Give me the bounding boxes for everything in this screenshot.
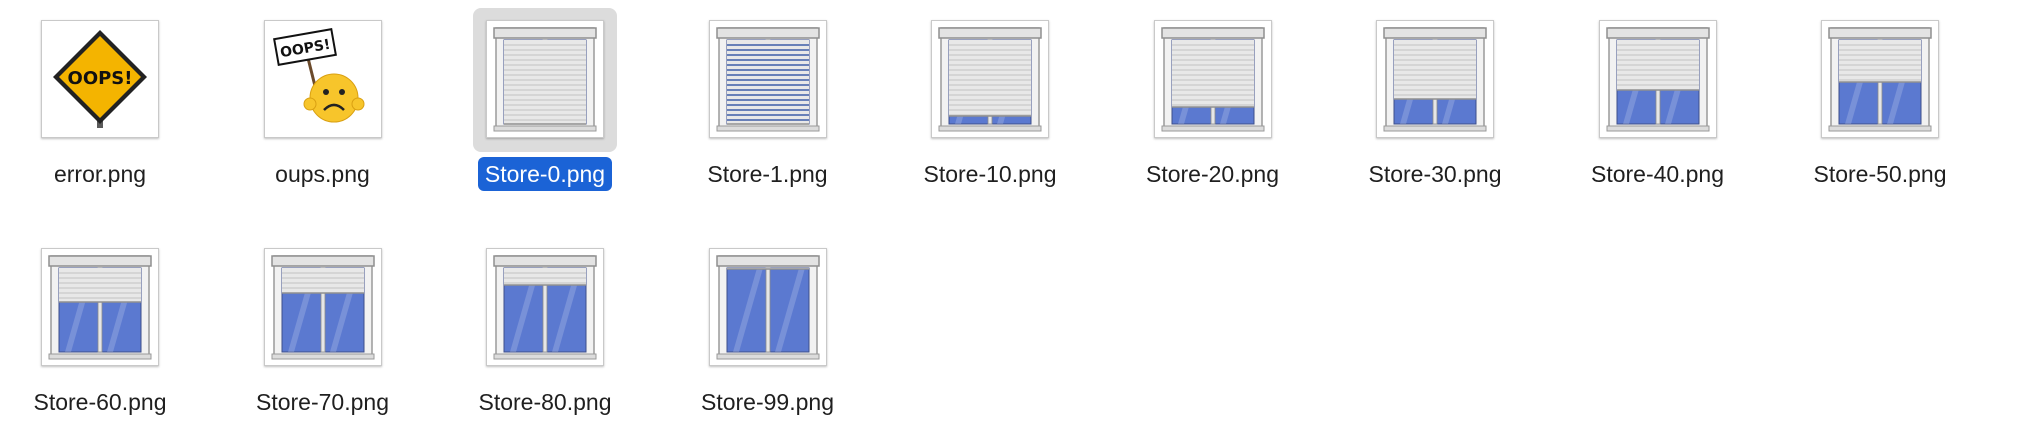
file-thumbnail[interactable] [708, 248, 827, 366]
thumbnail-area [918, 8, 1062, 152]
file-name-label[interactable]: oups.png [212, 157, 434, 191]
file-item[interactable]: Store-40.png [1547, 4, 1769, 214]
file-name-label[interactable]: Store-40.png [1547, 157, 1769, 191]
shutter-slats [1171, 40, 1254, 108]
thumbnail-area [696, 8, 840, 152]
file-name-label[interactable]: Store-30.png [1324, 157, 1546, 191]
file-name-text: Store-70.png [256, 389, 389, 415]
file-thumbnail[interactable] [486, 248, 604, 366]
file-item[interactable]: OOPS! oups.png [212, 4, 434, 214]
thumbnail-area [1586, 8, 1730, 152]
window-shutter-icon [48, 255, 152, 360]
thumbnail-area: OOPS! [28, 8, 172, 152]
file-item[interactable]: Store-10.png [879, 4, 1101, 214]
file-thumbnail[interactable] [1821, 20, 1939, 138]
file-name-text: Store-1.png [707, 161, 828, 187]
thumbnail-area [251, 236, 395, 380]
shutter-slats [949, 40, 1031, 117]
file-name-text: oups.png [275, 161, 370, 187]
file-name-text: Store-99.png [701, 389, 834, 415]
thumbnail-area [1808, 8, 1952, 152]
window-shutter-icon [715, 255, 820, 360]
file-name-label[interactable]: error.png [0, 157, 211, 191]
shutter-slats [281, 268, 364, 294]
oops-sign-icon: OOPS! [53, 30, 147, 128]
thumbnail-area [696, 236, 840, 380]
window-shutter-icon [1383, 27, 1487, 132]
file-thumbnail[interactable] [1598, 20, 1717, 138]
file-item[interactable]: Store-99.png [657, 232, 879, 442]
file-name-text: Store-50.png [1813, 161, 1947, 187]
file-thumbnail[interactable] [41, 248, 159, 366]
file-name-label[interactable]: Store-80.png [434, 385, 656, 419]
shutter-slats [59, 268, 141, 303]
file-thumbnail[interactable] [931, 20, 1049, 138]
shutter-slats [726, 40, 809, 125]
selection-highlight [473, 8, 617, 152]
file-item[interactable]: Store-30.png [1324, 4, 1546, 214]
file-item[interactable]: Store-0.png [434, 4, 656, 214]
thumbnail-area [1141, 8, 1285, 152]
file-name-text: Store-40.png [1591, 161, 1724, 187]
sad-smiley-icon: OOPS! [272, 28, 364, 123]
window-shutter-icon [1605, 27, 1710, 132]
file-name-label[interactable]: Store-70.png [212, 385, 434, 419]
shutter-slats [1394, 40, 1476, 100]
thumbnail-area: OOPS! [251, 8, 395, 152]
window-shutter-icon [270, 255, 375, 360]
file-thumbnail[interactable] [263, 248, 382, 366]
shutter-slats [1839, 40, 1921, 83]
sign-text: OOPS! [68, 68, 133, 89]
file-item[interactable]: Store-1.png [657, 4, 879, 214]
thumbnail-area [473, 236, 617, 380]
sad-face-icon: OOPS! [272, 28, 364, 123]
window-shutter-icon [493, 255, 597, 360]
file-thumbnail[interactable] [708, 20, 827, 138]
file-name-text: Store-10.png [923, 161, 1057, 187]
file-item[interactable]: Store-80.png [434, 232, 656, 442]
file-name-text: Store-30.png [1368, 161, 1502, 187]
warning-sign-icon: OOPS! [53, 30, 147, 128]
shutter-slats [726, 268, 809, 270]
file-item[interactable]: Store-20.png [1102, 4, 1324, 214]
thumbnail-area [1363, 8, 1507, 152]
file-item[interactable]: Store-60.png [0, 232, 211, 442]
file-item[interactable]: OOPS! error.png [0, 4, 211, 214]
shutter-slats [504, 268, 586, 286]
window-shutter-icon [938, 27, 1042, 132]
window-glass [726, 267, 809, 353]
file-name-label[interactable]: Store-20.png [1102, 157, 1324, 191]
file-name-text: error.png [53, 161, 147, 187]
file-name-text: Store-80.png [478, 389, 612, 415]
file-name-label[interactable]: Store-0.png [434, 157, 656, 191]
file-name-text: Store-20.png [1146, 161, 1279, 187]
file-name-text: Store-60.png [33, 389, 167, 415]
file-thumbnail[interactable] [1376, 20, 1494, 138]
window-shutter-icon [1160, 27, 1265, 132]
window-shutter-icon [493, 27, 597, 132]
thumbnail-area [28, 236, 172, 380]
file-thumbnail[interactable]: OOPS! [263, 20, 382, 138]
file-name-label[interactable]: Store-60.png [0, 385, 211, 419]
file-name-text: Store-0.png [477, 157, 613, 191]
file-item[interactable]: Store-50.png [1769, 4, 1991, 214]
window-shutter-icon [715, 27, 820, 132]
file-thumbnail[interactable] [1153, 20, 1272, 138]
shutter-slats [504, 40, 586, 125]
window-shutter-icon [1828, 27, 1932, 132]
file-name-label[interactable]: Store-50.png [1769, 157, 1991, 191]
file-name-label[interactable]: Store-99.png [657, 385, 879, 419]
file-thumbnail[interactable]: OOPS! [41, 20, 159, 138]
file-name-label[interactable]: Store-10.png [879, 157, 1101, 191]
file-item[interactable]: Store-70.png [212, 232, 434, 442]
file-name-label[interactable]: Store-1.png [657, 157, 879, 191]
shutter-slats [1616, 40, 1699, 91]
file-grid: OOPS! error.png OOPS! oups.png Store-0.png St… [0, 0, 2036, 428]
file-thumbnail[interactable] [486, 20, 604, 138]
